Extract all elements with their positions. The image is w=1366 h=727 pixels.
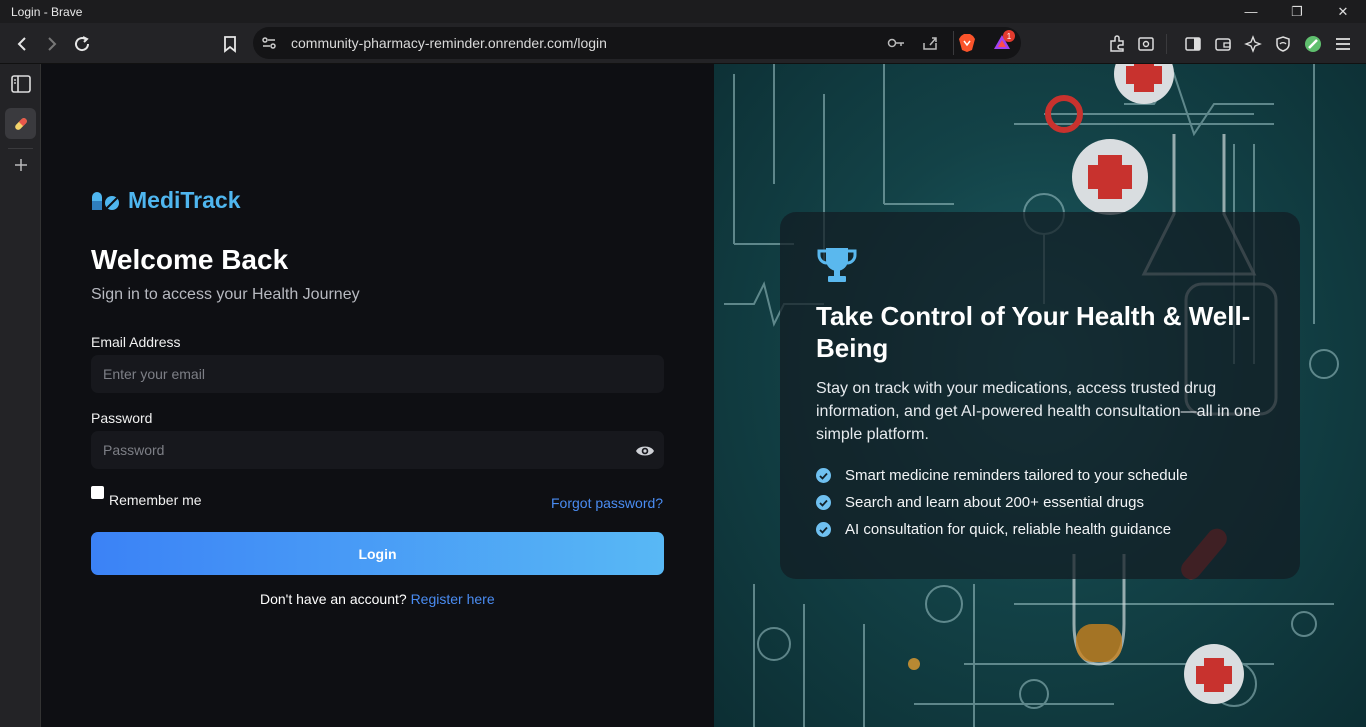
- register-prompt-text: Don't have an account?: [260, 591, 407, 607]
- promo-title: Take Control of Your Health & Well-Being: [816, 301, 1251, 363]
- leo-ai-icon[interactable]: [1240, 31, 1266, 57]
- promo-card: Take Control of Your Health & Well-Being…: [780, 212, 1300, 579]
- brave-rewards-icon[interactable]: 1: [992, 30, 1015, 56]
- show-password-eye-icon[interactable]: [635, 443, 655, 459]
- brand-name: MediTrack: [128, 187, 241, 213]
- extensions-icon[interactable]: [1104, 31, 1130, 57]
- toolbar-divider: [1166, 34, 1167, 54]
- new-tab-plus-icon[interactable]: [5, 149, 36, 180]
- brand-logo: MediTrack: [91, 187, 241, 214]
- feature-item: Smart medicine reminders tailored to you…: [816, 462, 1188, 489]
- password-label: Password: [91, 410, 153, 426]
- pills-icon: [92, 191, 119, 210]
- password-field[interactable]: [91, 431, 664, 469]
- remember-me[interactable]: Remember me: [91, 486, 202, 508]
- promo-panel: Take Control of Your Health & Well-Being…: [714, 64, 1366, 727]
- forward-icon[interactable]: [39, 31, 65, 57]
- page-subtitle: Sign in to access your Health Journey: [91, 286, 360, 303]
- back-icon[interactable]: [9, 31, 35, 57]
- login-panel: MediTrack Welcome Back Sign in to access…: [41, 64, 714, 727]
- sidebar-toggle-icon[interactable]: [1180, 31, 1206, 57]
- url-text[interactable]: community-pharmacy-reminder.onrender.com…: [291, 35, 607, 51]
- close-icon[interactable]: ✕: [1320, 0, 1366, 23]
- rewards-badge: 1: [1003, 30, 1015, 42]
- feature-list: Smart medicine reminders tailored to you…: [816, 462, 1188, 543]
- feature-item: Search and learn about 200+ essential dr…: [816, 489, 1188, 516]
- key-icon[interactable]: [887, 35, 905, 56]
- share-icon[interactable]: [921, 34, 939, 57]
- extension-green-icon[interactable]: [1300, 31, 1326, 57]
- bookmark-icon[interactable]: [217, 31, 243, 57]
- email-field[interactable]: [91, 355, 664, 393]
- feature-text: Smart medicine reminders tailored to you…: [845, 467, 1188, 484]
- sidebar-panel-icon[interactable]: [5, 68, 36, 99]
- register-prompt: Don't have an account? Register here: [260, 591, 495, 607]
- feature-text: Search and learn about 200+ essential dr…: [845, 494, 1144, 511]
- register-link[interactable]: Register here: [411, 591, 495, 607]
- wallet-icon[interactable]: [1210, 31, 1236, 57]
- feature-item: AI consultation for quick, reliable heal…: [816, 516, 1188, 543]
- site-settings-icon[interactable]: [261, 35, 277, 56]
- email-label: Email Address: [91, 334, 181, 350]
- url-divider: [953, 31, 954, 55]
- reader-mode-icon[interactable]: [1133, 31, 1159, 57]
- brave-shields-icon[interactable]: [958, 33, 976, 58]
- login-button[interactable]: Login: [91, 532, 664, 575]
- browser-toolbar: community-pharmacy-reminder.onrender.com…: [0, 23, 1366, 64]
- page-title: Welcome Back: [91, 244, 289, 275]
- remember-me-label[interactable]: Remember me: [109, 492, 202, 508]
- check-circle-icon: [816, 522, 831, 537]
- check-circle-icon: [816, 495, 831, 510]
- trophy-icon: [816, 246, 858, 289]
- vpn-shield-icon[interactable]: [1270, 31, 1296, 57]
- address-bar[interactable]: community-pharmacy-reminder.onrender.com…: [253, 27, 1021, 59]
- restore-icon[interactable]: ❐: [1274, 0, 1320, 23]
- window-title: Login - Brave: [11, 4, 83, 19]
- remember-me-checkbox[interactable]: [91, 486, 104, 499]
- feature-text: AI consultation for quick, reliable heal…: [845, 521, 1172, 538]
- reload-icon[interactable]: [69, 31, 95, 57]
- check-circle-icon: [816, 468, 831, 483]
- forgot-password-link[interactable]: Forgot password?: [551, 495, 663, 511]
- promo-description: Stay on track with your medications, acc…: [816, 380, 1261, 443]
- browser-sidebar: [0, 64, 41, 727]
- tab-favicon-pill-icon[interactable]: [5, 108, 36, 139]
- minimize-icon[interactable]: —: [1228, 0, 1274, 23]
- menu-icon[interactable]: [1330, 31, 1356, 57]
- window-titlebar: Login - Brave — ❐ ✕: [0, 0, 1366, 23]
